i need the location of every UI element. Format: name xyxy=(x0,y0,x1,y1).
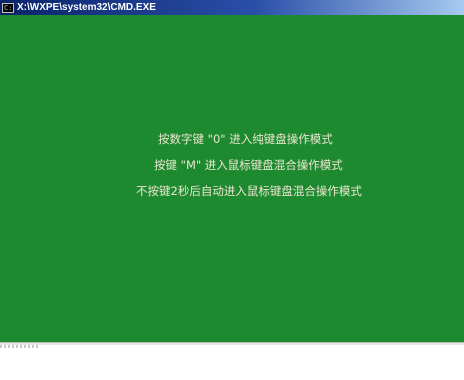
cmd-icon-glyph: C:\ xyxy=(4,3,13,12)
console-line-mixed-mode: 按键 "M" 进入鼠标键盘混合操作模式 xyxy=(154,158,343,172)
window-bottom-border xyxy=(0,342,464,345)
cmd-window-icon[interactable]: C:\ xyxy=(2,2,14,13)
taskbar-remnant xyxy=(0,345,40,348)
console-line-auto-mixed-mode: 不按键2秒后自动进入鼠标键盘混合操作模式 xyxy=(136,184,362,198)
window-title: X:\WXPE\system32\CMD.EXE xyxy=(17,2,156,13)
console-area[interactable]: 按数字键 "0" 进入纯键盘操作模式 按键 "M" 进入鼠标键盘混合操作模式 不… xyxy=(0,15,464,342)
title-bar[interactable]: C:\ X:\WXPE\system32\CMD.EXE xyxy=(0,0,464,15)
console-line-keyboard-mode: 按数字键 "0" 进入纯键盘操作模式 xyxy=(158,132,333,146)
cmd-window: C:\ X:\WXPE\system32\CMD.EXE 按数字键 "0" 进入… xyxy=(0,0,464,342)
